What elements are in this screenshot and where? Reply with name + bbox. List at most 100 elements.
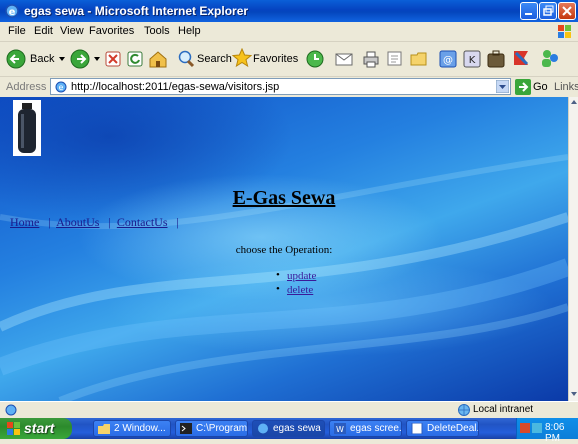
nav-home-link[interactable]: Home <box>10 215 39 229</box>
nav-separator: | <box>42 215 54 229</box>
taskbar-item[interactable]: 2 Window... <box>93 420 171 437</box>
page-heading: E-Gas Sewa <box>232 187 336 209</box>
taskbar-item[interactable]: C:\Program... <box>175 420 248 437</box>
start-label: start <box>24 420 55 436</box>
history-icon[interactable] <box>305 49 325 69</box>
edit-icon[interactable] <box>386 50 404 68</box>
scroll-down-icon[interactable] <box>569 389 578 399</box>
minimize-icon <box>525 13 532 15</box>
page-viewport: E-Gas Sewa Home | AboutUs | ContactUs | … <box>0 97 568 401</box>
menu-edit[interactable]: Edit <box>34 25 53 37</box>
taskbar-item[interactable]: W egas scree... <box>329 420 402 437</box>
gas-cylinder-icon <box>18 103 36 153</box>
nav-contactus-link[interactable]: ContactUs <box>117 215 168 229</box>
intranet-globe-icon <box>458 404 470 416</box>
search-icon[interactable] <box>176 49 196 69</box>
svg-text:W: W <box>336 425 344 434</box>
status-bar: Local intranet <box>0 401 578 419</box>
flag-icon[interactable] <box>511 48 533 70</box>
forward-dropdown-icon[interactable] <box>93 55 101 63</box>
search-button[interactable]: Search <box>197 53 232 65</box>
address-input[interactable]: e http://localhost:2011/egas-sewa/visito… <box>50 78 511 95</box>
taskbar-item-label: DeleteDeal... <box>427 423 479 434</box>
stop-icon[interactable] <box>105 51 121 67</box>
back-arrow-icon[interactable] <box>6 49 26 69</box>
minimize-button[interactable] <box>520 2 538 20</box>
svg-text:e: e <box>9 7 16 18</box>
favorites-button[interactable]: Favorites <box>253 53 298 65</box>
document-icon <box>411 423 423 434</box>
go-arrow-icon[interactable] <box>515 79 531 95</box>
windows-flag-icon <box>7 422 20 435</box>
nav-aboutus-link[interactable]: AboutUs <box>56 215 99 229</box>
close-icon <box>562 6 572 16</box>
word-document-icon: W <box>334 423 346 434</box>
go-button[interactable]: Go <box>533 81 548 93</box>
print-icon[interactable] <box>361 49 381 69</box>
menu-tools[interactable]: Tools <box>144 25 170 37</box>
menu-file[interactable]: File <box>8 25 26 37</box>
operation-list: update delete <box>276 269 316 298</box>
svg-text:e: e <box>59 83 64 92</box>
vertical-scrollbar[interactable] <box>568 97 578 401</box>
links-button[interactable]: Links <box>554 81 578 93</box>
taskbar-item-label: C:\Program... <box>196 423 248 434</box>
start-button[interactable]: start <box>0 418 72 439</box>
scroll-up-icon[interactable] <box>569 97 578 107</box>
forward-arrow-icon[interactable] <box>70 49 90 69</box>
address-bar: Address e http://localhost:2011/egas-sew… <box>0 77 578 98</box>
back-button[interactable]: Back <box>30 53 54 65</box>
update-link[interactable]: update <box>287 270 316 282</box>
taskbar-item-label: egas sewa ... <box>273 423 324 434</box>
folder-icon[interactable] <box>410 50 428 68</box>
taskbar: start 2 Window... C:\Program... egas sew… <box>0 418 578 444</box>
folder-icon <box>98 424 110 434</box>
page-icon: e <box>55 81 67 93</box>
command-prompt-icon <box>180 423 192 434</box>
internet-explorer-icon: e <box>5 4 19 18</box>
nav-separator: | <box>170 215 179 229</box>
taskbar-item-label: egas scree... <box>350 423 402 434</box>
svg-text:K: K <box>469 55 476 66</box>
research-icon[interactable]: K <box>462 49 482 69</box>
window-title: egas sewa - Microsoft Internet Explorer <box>24 4 249 18</box>
tray-icons[interactable] <box>520 422 544 435</box>
list-item: delete <box>276 283 316 298</box>
messenger-icon[interactable]: @ <box>438 49 458 69</box>
address-dropdown-icon[interactable] <box>496 80 509 93</box>
taskbar-item-active[interactable]: egas sewa ... <box>252 420 325 437</box>
list-item: update <box>276 269 316 284</box>
users-icon[interactable] <box>539 48 561 70</box>
svg-text:@: @ <box>443 55 453 66</box>
mail-icon[interactable] <box>334 49 356 69</box>
briefcase-icon[interactable] <box>486 48 506 70</box>
menu-bar: File Edit View Favorites Tools Help <box>0 22 578 42</box>
toolbar: Back Search Favorites @ K <box>0 42 578 77</box>
menu-help[interactable]: Help <box>178 25 201 37</box>
home-icon[interactable] <box>148 49 168 69</box>
clock: 8:06 PM <box>545 422 565 444</box>
refresh-icon[interactable] <box>127 51 143 67</box>
close-button[interactable] <box>558 2 576 20</box>
title-bar: e egas sewa - Microsoft Internet Explore… <box>0 0 578 22</box>
menu-view[interactable]: View <box>60 25 84 37</box>
delete-link[interactable]: delete <box>287 284 313 296</box>
favorites-star-icon[interactable] <box>232 48 252 68</box>
maximize-button[interactable] <box>539 2 557 20</box>
nav-links: Home | AboutUs | ContactUs | <box>10 215 179 230</box>
system-tray: 8:06 PM <box>516 418 578 444</box>
security-zone: Local intranet <box>473 404 534 415</box>
menu-favorites[interactable]: Favorites <box>89 25 134 37</box>
taskbar-item[interactable]: DeleteDeal... <box>406 420 479 437</box>
address-label: Address <box>6 81 47 93</box>
restore-icon <box>543 5 554 16</box>
operation-prompt: choose the Operation: <box>235 244 333 256</box>
nav-separator: | <box>102 215 114 229</box>
page-status-icon <box>5 404 17 416</box>
back-dropdown-icon[interactable] <box>58 55 66 63</box>
taskbar-item-label: 2 Window... <box>114 423 166 434</box>
gas-cylinder-logo <box>13 100 41 156</box>
address-url: http://localhost:2011/egas-sewa/visitors… <box>71 81 280 93</box>
internet-explorer-icon <box>258 423 268 434</box>
windows-logo-icon <box>558 25 571 38</box>
